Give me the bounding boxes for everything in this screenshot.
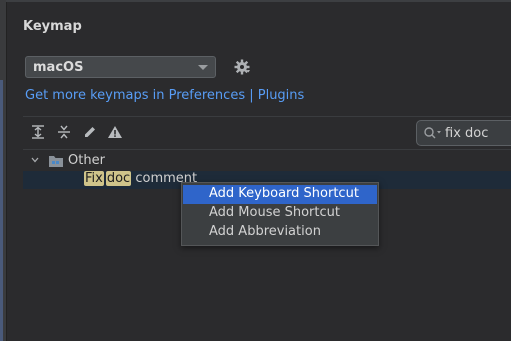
keymap-scheme-value: macOS bbox=[33, 59, 84, 75]
page-title: Keymap bbox=[23, 19, 82, 34]
context-menu: Add Keyboard Shortcut Add Mouse Shortcut… bbox=[181, 182, 379, 246]
chevron-down-icon[interactable] bbox=[31, 156, 39, 164]
chevron-down-icon bbox=[198, 65, 208, 70]
menu-item-label: Add Keyboard Shortcut bbox=[209, 186, 359, 201]
search-match-highlight: Fix bbox=[84, 171, 104, 186]
menu-item-add-abbreviation[interactable]: Add Abbreviation bbox=[183, 223, 377, 242]
menu-item-label: Add Abbreviation bbox=[209, 224, 321, 239]
gear-icon[interactable] bbox=[233, 58, 251, 76]
search-icon bbox=[424, 127, 441, 139]
menu-item-add-keyboard-shortcut[interactable]: Add Keyboard Shortcut bbox=[183, 185, 377, 204]
toolbar-divider bbox=[23, 116, 511, 117]
left-sidebar-strip bbox=[0, 0, 7, 341]
edit-icon[interactable] bbox=[82, 124, 98, 140]
collapse-all-icon[interactable] bbox=[56, 124, 72, 140]
tree-group-label: Other bbox=[68, 153, 105, 168]
sidebar-accent bbox=[0, 80, 3, 341]
search-input[interactable] bbox=[445, 124, 511, 142]
search-field[interactable] bbox=[416, 120, 511, 146]
menu-item-label: Add Mouse Shortcut bbox=[209, 205, 340, 220]
expand-all-icon[interactable] bbox=[30, 124, 46, 140]
get-more-keymaps-link[interactable]: Get more keymaps in Preferences | Plugin… bbox=[25, 88, 304, 103]
warning-icon[interactable] bbox=[107, 124, 123, 140]
menu-item-add-mouse-shortcut[interactable]: Add Mouse Shortcut bbox=[183, 204, 377, 223]
top-divider bbox=[6, 0, 511, 2]
tree-group-other[interactable]: Other bbox=[23, 151, 511, 171]
search-match-highlight: doc bbox=[105, 171, 132, 186]
folder-icon bbox=[49, 156, 63, 167]
keymap-scheme-dropdown[interactable]: macOS bbox=[25, 56, 216, 78]
